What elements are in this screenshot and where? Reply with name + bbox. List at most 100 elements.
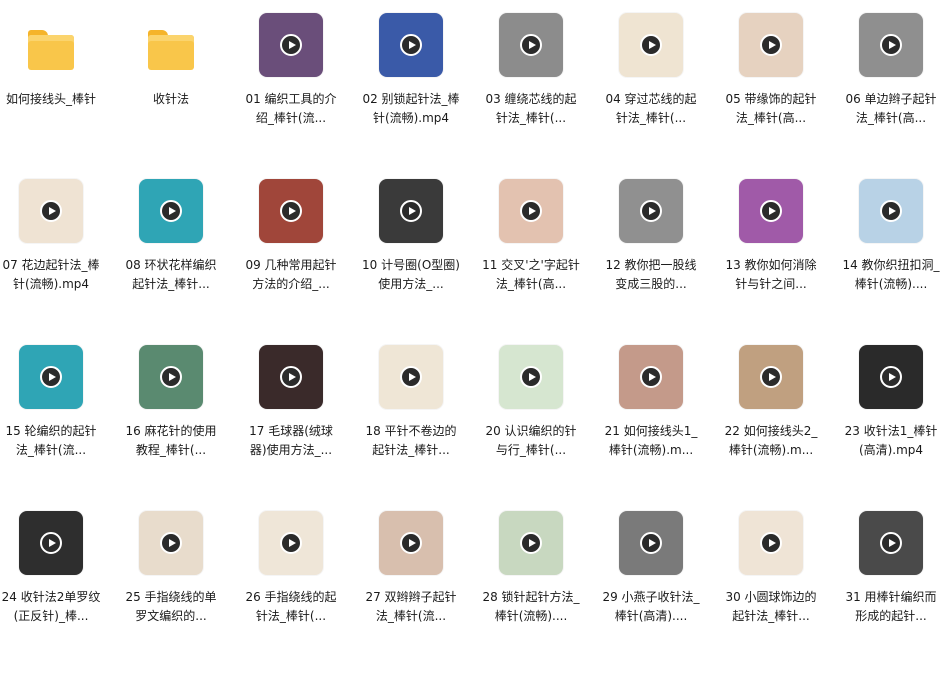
file-name: 05 带缘饰的起针法_棒针(高... (725, 92, 817, 125)
play-icon (280, 34, 302, 56)
video-file-item[interactable]: 25 手指绕线的单罗文编织的... (111, 510, 231, 676)
video-file-item[interactable]: 30 小圆球饰边的起针法_棒针... (711, 510, 831, 676)
file-name: 如何接线头_棒针 (5, 92, 96, 106)
video-file-item[interactable]: 28 锁针起针方法_棒针(流畅).... (471, 510, 591, 676)
file-name: 12 教你把一股线变成三股的... (605, 258, 697, 291)
video-thumbnail (859, 13, 923, 77)
file-name: 收针法 (152, 92, 189, 106)
video-thumbnail (619, 13, 683, 77)
play-icon (760, 366, 782, 388)
file-name: 06 单边辫子起针法_棒针(高... (845, 92, 937, 125)
video-file-item[interactable]: 16 麻花针的使用教程_棒针(... (111, 344, 231, 510)
video-file-item[interactable]: 01 编织工具的介绍_棒针(流... (231, 12, 351, 178)
video-file-item[interactable]: 12 教你把一股线变成三股的... (591, 178, 711, 344)
video-thumbnail (19, 511, 83, 575)
file-name: 17 毛球器(绒球器)使用方法_... (249, 424, 333, 457)
video-file-item[interactable]: 26 手指绕线的起针法_棒针(... (231, 510, 351, 676)
video-file-item[interactable]: 05 带缘饰的起针法_棒针(高... (711, 12, 831, 178)
video-thumbnail (19, 345, 83, 409)
play-icon (760, 34, 782, 56)
video-thumbnail (259, 13, 323, 77)
video-file-item[interactable]: 03 缠绕芯线的起针法_棒针(... (471, 12, 591, 178)
video-file-item[interactable]: 07 花边起针法_棒针(流畅).mp4 (0, 178, 111, 344)
video-file-item[interactable]: 22 如何接线头2_棒针(流畅).m... (711, 344, 831, 510)
video-thumbnail (379, 13, 443, 77)
play-icon (280, 532, 302, 554)
video-file-item[interactable]: 06 单边辫子起针法_棒针(高... (831, 12, 949, 178)
play-icon (880, 366, 902, 388)
video-file-item[interactable]: 08 环状花样编织起针法_棒针... (111, 178, 231, 344)
play-icon (280, 366, 302, 388)
play-icon (640, 200, 662, 222)
video-thumbnail (499, 511, 563, 575)
video-thumbnail (739, 511, 803, 575)
video-file-item[interactable]: 23 收针法1_棒针(高清).mp4 (831, 344, 949, 510)
video-file-item[interactable]: 11 交叉'之'字起针法_棒针(高... (471, 178, 591, 344)
video-thumbnail (499, 345, 563, 409)
video-file-item[interactable]: 18 平针不卷边的起针法_棒针... (351, 344, 471, 510)
video-file-item[interactable]: 02 别锁起针法_棒针(流畅).mp4 (351, 12, 471, 178)
folder-icon (148, 30, 194, 70)
file-name: 23 收针法1_棒针(高清).mp4 (844, 424, 938, 457)
video-thumbnail (379, 345, 443, 409)
play-icon (400, 366, 422, 388)
video-file-item[interactable]: 04 穿过芯线的起针法_棒针(... (591, 12, 711, 178)
video-file-item[interactable]: 09 几种常用起针方法的介绍_... (231, 178, 351, 344)
video-thumbnail (379, 511, 443, 575)
video-file-item[interactable]: 21 如何接线头1_棒针(流畅).m... (591, 344, 711, 510)
file-name: 21 如何接线头1_棒针(流畅).m... (604, 424, 698, 457)
video-file-item[interactable]: 10 计号圈(O型圈)使用方法_... (351, 178, 471, 344)
video-thumbnail (859, 345, 923, 409)
video-file-item[interactable]: 13 教你如何消除针与针之间... (711, 178, 831, 344)
video-file-item[interactable]: 17 毛球器(绒球器)使用方法_... (231, 344, 351, 510)
file-name: 08 环状花样编织起针法_棒针... (125, 258, 217, 291)
play-icon (40, 532, 62, 554)
play-icon (520, 34, 542, 56)
video-file-item[interactable]: 29 小燕子收针法_棒针(高清).... (591, 510, 711, 676)
play-icon (760, 200, 782, 222)
video-thumbnail (859, 179, 923, 243)
video-thumbnail (619, 179, 683, 243)
video-thumbnail (259, 511, 323, 575)
video-file-item[interactable]: 31 用棒针编织而形成的起针... (831, 510, 949, 676)
video-thumbnail (259, 345, 323, 409)
video-file-item[interactable]: 20 认识编织的针与行_棒针(... (471, 344, 591, 510)
video-thumbnail (499, 179, 563, 243)
file-name: 04 穿过芯线的起针法_棒针(... (605, 92, 697, 125)
file-name: 14 教你织扭扣洞_棒针(流畅).... (842, 258, 940, 291)
play-icon (40, 366, 62, 388)
play-icon (400, 34, 422, 56)
folder-icon (28, 30, 74, 70)
video-file-item[interactable]: 15 轮编织的起针法_棒针(流... (0, 344, 111, 510)
file-name: 03 缠绕芯线的起针法_棒针(... (485, 92, 577, 125)
file-grid: 如何接线头_棒针 收针法 01 编织工具的介绍_棒针(流... 02 别锁起针法_棒针… (0, 0, 940, 641)
file-name: 07 花边起针法_棒针(流畅).mp4 (2, 258, 100, 291)
file-name: 13 教你如何消除针与针之间... (725, 258, 817, 291)
file-name: 27 双辫辫子起针法_棒针(流... (365, 590, 457, 623)
folder-item[interactable]: 收针法 (111, 12, 231, 178)
video-file-item[interactable]: 24 收针法2单罗纹(正反针)_棒... (0, 510, 111, 676)
play-icon (760, 532, 782, 554)
play-icon (640, 34, 662, 56)
file-name: 01 编织工具的介绍_棒针(流... (245, 92, 337, 125)
video-thumbnail (739, 345, 803, 409)
video-thumbnail (19, 179, 83, 243)
file-name: 30 小圆球饰边的起针法_棒针... (725, 590, 817, 623)
play-icon (400, 532, 422, 554)
play-icon (520, 532, 542, 554)
video-file-item[interactable]: 27 双辫辫子起针法_棒针(流... (351, 510, 471, 676)
folder-item[interactable]: 如何接线头_棒针 (0, 12, 111, 178)
play-icon (880, 34, 902, 56)
video-file-item[interactable]: 14 教你织扭扣洞_棒针(流畅).... (831, 178, 949, 344)
play-icon (160, 200, 182, 222)
play-icon (880, 532, 902, 554)
file-name: 22 如何接线头2_棒针(流畅).m... (724, 424, 818, 457)
video-thumbnail (859, 511, 923, 575)
file-name: 31 用棒针编织而形成的起针... (845, 590, 937, 623)
play-icon (640, 366, 662, 388)
file-name: 24 收针法2单罗纹(正反针)_棒... (1, 590, 101, 623)
play-icon (520, 366, 542, 388)
video-thumbnail (139, 511, 203, 575)
file-name: 29 小燕子收针法_棒针(高清).... (602, 590, 700, 623)
video-thumbnail (139, 345, 203, 409)
